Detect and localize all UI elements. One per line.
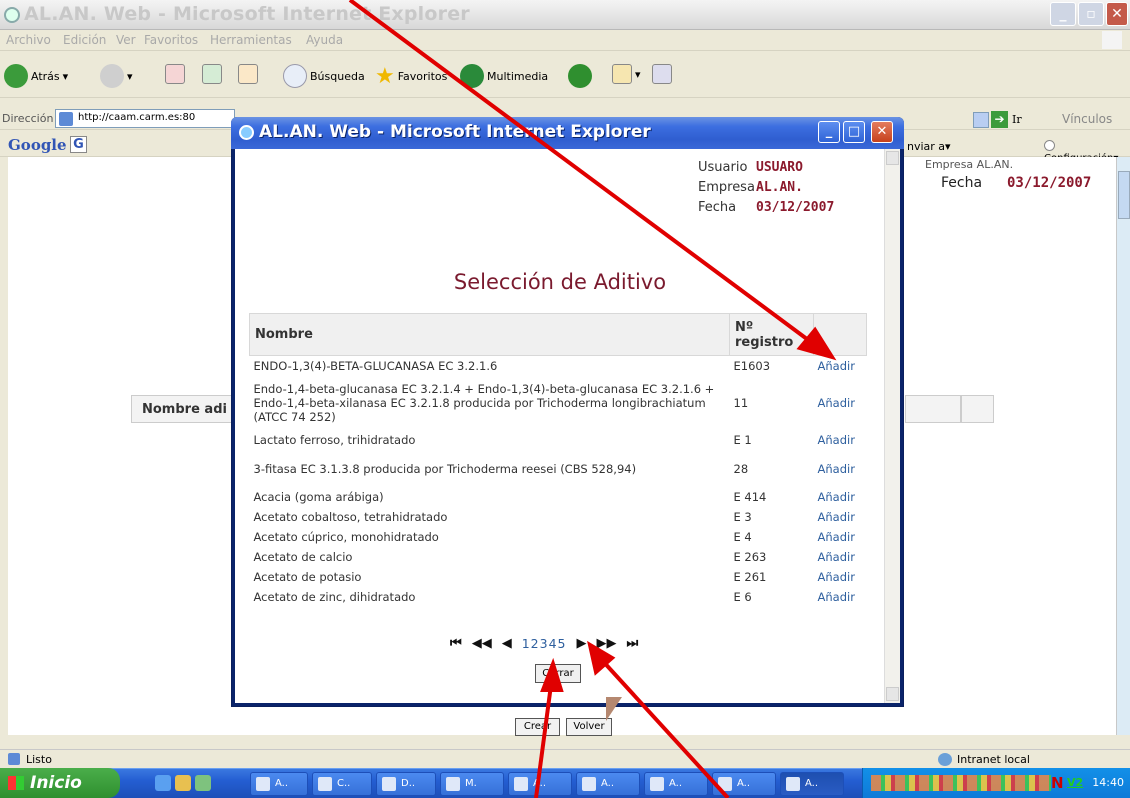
arrow-to-pager — [598, 656, 730, 798]
arrow-head — [540, 657, 564, 692]
arrow-head — [796, 326, 837, 361]
arrow-to-anadir — [348, 0, 817, 347]
annotation-arrows — [348, 0, 837, 798]
arrow-to-cerrar — [534, 684, 553, 798]
